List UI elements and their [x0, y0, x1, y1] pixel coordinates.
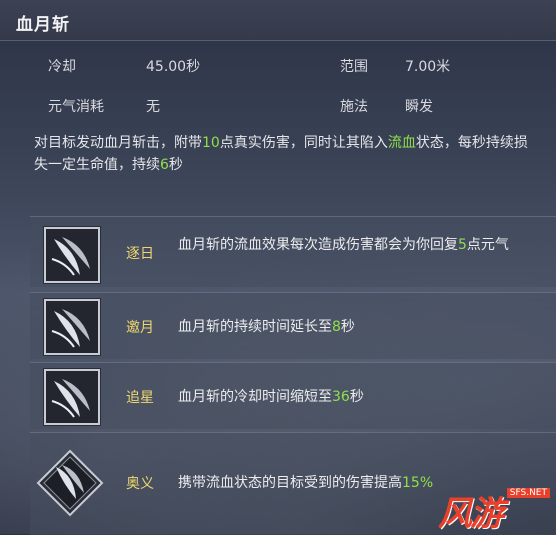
site-watermark-logo: 风游 SFS.NET [438, 486, 550, 534]
upgrade-name: 邀月 [126, 320, 154, 336]
cooldown-label: 冷却 [48, 59, 76, 75]
damage-value: 10 [202, 135, 220, 151]
ultimate-diamond-frame [36, 449, 104, 517]
title-bar: 血月斩 [0, 0, 556, 41]
upgrade-row-zhuri[interactable]: 逐日 血月斩的流血效果每次造成伤害都会为你回复5点元气 [30, 216, 556, 287]
cast-label: 施法 [340, 99, 368, 115]
range-value: 7.00米 [405, 59, 451, 75]
upgrade-name: 逐日 [126, 246, 154, 262]
slash-skill-icon [44, 227, 100, 283]
cooldown-value: 45.00秒 [146, 59, 201, 75]
range-label: 范围 [340, 59, 368, 75]
cost-label: 元气消耗 [48, 99, 104, 115]
slash-skill-icon [44, 299, 100, 355]
upgrade-effect: 血月斩的冷却时间缩短至36秒 [178, 389, 364, 405]
bleed-status: 流血 [387, 135, 416, 151]
upgrade-row-zhuixing[interactable]: 追星 血月斩的冷却时间缩短至36秒 [30, 362, 556, 429]
upgrade-name: 奥义 [126, 476, 154, 492]
watermark-site-text: SFS.NET [506, 488, 550, 498]
upgrade-effect: 血月斩的流血效果每次造成伤害都会为你回复5点元气 [178, 237, 509, 253]
skill-title: 血月斩 [16, 15, 70, 35]
upgrade-row-yaoyue[interactable]: 邀月 血月斩的持续时间延长至8秒 [30, 292, 556, 359]
upgrade-effect: 血月斩的持续时间延长至8秒 [178, 319, 355, 335]
upgrade-name: 追星 [126, 390, 154, 406]
watermark-logo-text: 风游 [438, 494, 504, 534]
skill-description: 对目标发动血月斩击，附带10点真实伤害，同时让其陷入流血状态，每秒持续损失一定生… [34, 135, 528, 173]
cast-value: 瞬发 [405, 99, 433, 115]
cost-value: 无 [146, 99, 160, 115]
duration-value: 6 [160, 157, 169, 173]
slash-skill-icon [44, 369, 100, 425]
